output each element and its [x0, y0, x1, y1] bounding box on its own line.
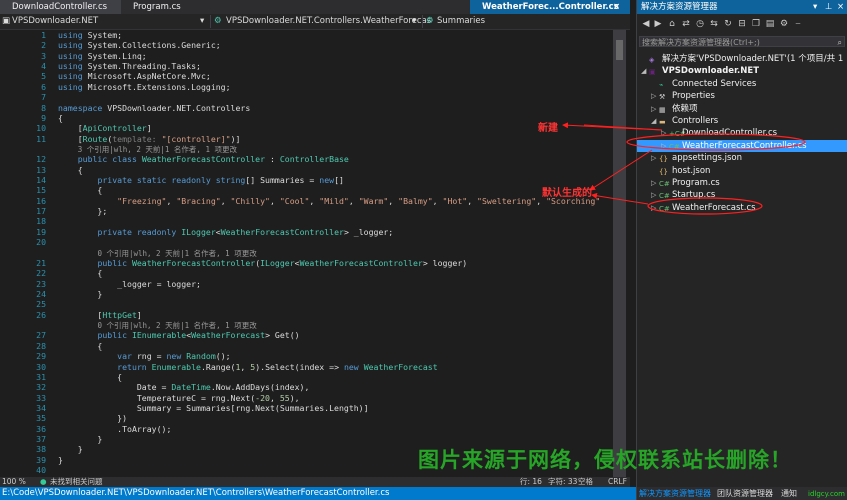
annotation-overlay [562, 122, 806, 215]
highlight-ellipse-model [647, 197, 763, 215]
highlight-ellipse-controller [626, 133, 806, 151]
watermark-site: idlgcy.com [808, 490, 845, 498]
annotation-new: 新建 [538, 123, 558, 134]
arrow-default-1 [589, 149, 653, 191]
annotation-default: 默认生成的 [542, 188, 592, 199]
arrow-new-2 [562, 122, 663, 131]
arrow-default-2 [591, 192, 649, 205]
watermark: 图片来源于网络，侵权联系站长删除！ [418, 448, 792, 472]
